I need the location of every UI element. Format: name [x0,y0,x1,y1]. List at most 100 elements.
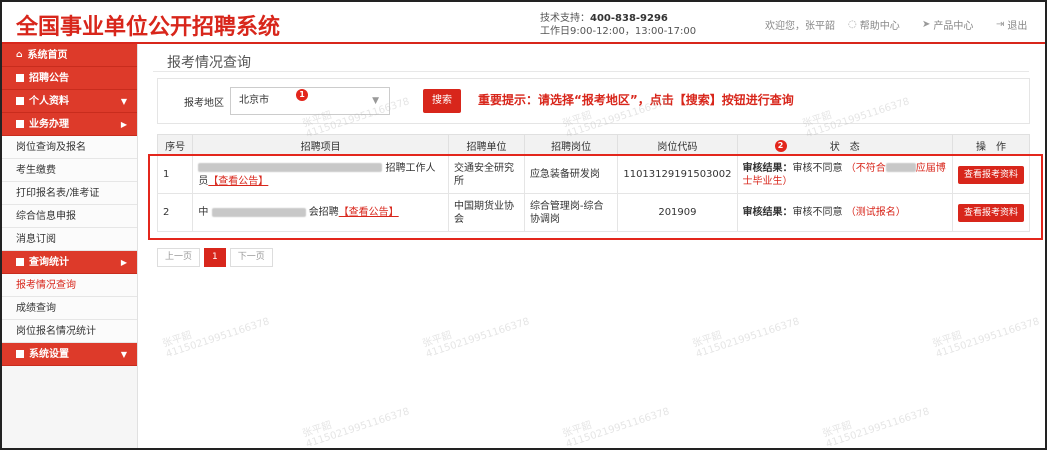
logout-icon: ⇥ [996,19,1005,30]
next-page-button[interactable]: 下一页 [229,248,273,267]
sidebar-item-label: 系统设置 [29,348,69,360]
sidebar-item-subscribe[interactable]: 消息订阅 [2,228,137,251]
row-action: 查看报考资料 [951,155,1031,194]
square-icon [16,74,24,82]
column-header-code: 岗位代码 [617,134,738,156]
sidebar-item-post-stats[interactable]: 岗位报名情况统计 [2,320,137,343]
sidebar-item-score-query[interactable]: 成绩查询 [2,297,137,320]
row-unit: 交通安全研究所 [448,155,525,194]
region-label: 报考地区 [184,98,224,109]
square-icon [16,258,24,266]
status-value: 审核不同意 [792,207,843,218]
annotation-badge-1: 1 [296,89,308,101]
redacted-text [198,163,383,172]
row-index: 1 [156,155,194,194]
view-announcement-link[interactable]: 【查看公告】 [339,207,399,218]
chevron-down-icon: ▼ [120,350,127,359]
view-application-button[interactable]: 查看报考资料 [957,203,1024,222]
annotation-badge-2: 2 [774,140,787,152]
chevron-down-icon: ▼ [120,97,127,106]
page-number-button[interactable]: 1 [204,248,226,267]
support-info: 技术支持：400-838-9296 工作日9:00-12:00，13:00-17… [540,12,696,38]
row-action: 查看报考资料 [951,193,1031,232]
region-select-value: 北京市 [239,95,269,106]
row-post: 综合管理岗-综合协调岗 [523,193,619,232]
status-key: 审核结果： [742,162,793,174]
column-header-post: 招聘岗位 [523,134,619,156]
sidebar-item-info-declare[interactable]: 综合信息申报 [2,205,137,228]
row-post: 应急装备研发岗 [523,155,619,194]
row-code: 11013129191503002 [617,155,738,194]
sidebar-item-label: 业务办理 [29,118,69,130]
column-header-action: 操 作 [951,134,1031,156]
project-name-head: 中 [198,207,209,218]
title-divider [153,71,1029,72]
sidebar-item-home[interactable]: ⌂ 系统首页 [2,44,137,67]
product-center-link[interactable]: ➤ 产品中心 [922,17,973,32]
logout-label: 退出 [1007,21,1028,32]
square-icon [16,350,24,358]
square-icon [16,97,24,105]
sidebar-item-label: 个人资料 [29,95,69,107]
row-unit: 中国期货业协会 [448,193,525,232]
sidebar-item-settings[interactable]: 系统设置 ▼ [2,343,137,366]
column-header-unit: 招聘单位 [448,134,525,156]
table-row: 1 招聘工作人 员【查看公告】 交通安全研究所 应急装备研发岗 11013129… [156,155,1031,194]
status-key: 审核结果： [742,207,793,218]
sidebar-item-query-stats[interactable]: 查询统计 ▶ [2,251,137,274]
sidebar-item-print[interactable]: 打印报名表/准考证 [2,182,137,205]
help-center-link[interactable]: ◌ 帮助中心 [848,17,900,32]
status-reason: （测试报名） [845,207,906,218]
sidebar-item-label: 消息订阅 [16,233,56,245]
product-center-label: 产品中心 [933,21,974,32]
table-header-row: 序号 招聘项目 招聘单位 招聘岗位 岗位代码 2 状 态 操 作 [156,134,1031,156]
redacted-text [885,163,916,172]
sidebar-item-post-query[interactable]: 岗位查询及报名 [2,136,137,159]
row-project: 招聘工作人 员【查看公告】 [192,155,450,194]
region-select[interactable]: 北京市 ▼ [230,87,390,115]
table-row: 2 中 会招聘【查看公告】 中国期货业协会 综合管理岗-综合协调岗 201909… [156,193,1031,232]
sidebar-item-label: 招聘公告 [29,72,69,84]
search-button[interactable]: 搜索 [423,89,461,113]
important-tip: 重要提示：请选择“报考地区”，点击【搜索】按钮进行查询 [478,93,794,107]
logout-link[interactable]: ⇥ 退出 [996,17,1027,32]
project-name-tail: 会招聘 [308,207,339,218]
view-application-button[interactable]: 查看报考资料 [957,165,1024,184]
sidebar-item-label: 岗位查询及报名 [16,141,86,153]
filter-panel: 报考地区 北京市 ▼ 1 搜索 重要提示：请选择“报考地区”，点击【搜索】按钮进… [157,78,1030,124]
support-phone: 400-838-9296 [590,13,668,24]
sidebar-item-announcements[interactable]: 招聘公告 [2,67,137,90]
help-icon: ◌ [848,19,857,30]
redacted-text [211,207,306,217]
prev-page-button[interactable]: 上一页 [157,248,201,267]
pagination: 上一页 1 下一页 [157,248,273,267]
status-reason-prefix: （不符合 [845,162,886,174]
view-announcement-link[interactable]: 【查看公告】 [208,176,268,187]
sidebar-item-label: 考生缴费 [16,164,56,176]
row-status: 审核结果：审核不同意 （测试报名） [736,193,953,232]
chevron-right-icon: ▶ [120,120,127,129]
sidebar-item-business[interactable]: 业务办理 ▶ [2,113,137,136]
chevron-right-icon: ▶ [120,258,127,267]
top-header: 全国事业单位公开招聘系统 技术支持：400-838-9296 工作日9:00-1… [2,2,1045,44]
column-header-project: 招聘项目 [192,134,450,156]
sidebar-item-profile[interactable]: 个人资料 ▼ [2,90,137,113]
home-icon: ⌂ [16,49,23,60]
column-header-index: 序号 [156,134,194,156]
sidebar-item-payment[interactable]: 考生缴费 [2,159,137,182]
project-name-tail: 招聘工作人 [385,162,436,174]
sidebar-item-label: 成绩查询 [16,302,56,314]
help-center-label: 帮助中心 [859,21,900,32]
support-hours: 工作日9:00-12:00，13:00-17:00 [540,26,697,37]
chevron-down-icon: ▼ [372,96,379,106]
square-icon [16,120,24,128]
status-value: 审核不同意 [792,162,843,174]
column-header-status-label: 状 态 [829,141,860,153]
row-code: 201909 [617,193,738,232]
sidebar-item-application-status[interactable]: 报考情况查询 [2,274,137,297]
welcome-text: 欢迎您，张平韶 [765,21,835,32]
send-icon: ➤ [922,19,931,30]
app-window: 全国事业单位公开招聘系统 技术支持：400-838-9296 工作日9:00-1… [0,0,1047,450]
site-brand[interactable]: 全国事业单位公开招聘系统 [16,9,280,41]
row-index: 2 [156,193,194,232]
